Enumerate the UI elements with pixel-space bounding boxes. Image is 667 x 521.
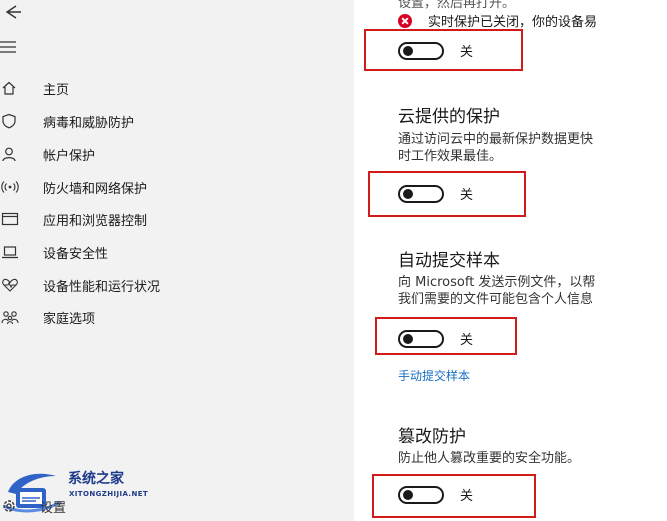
alert-message: 实时保护已关闭，你的设备易 [398,11,597,30]
main-content: 设置，然后再打开。 实时保护已关闭，你的设备易 关 云提供的保护 通过访问云中的… [354,0,667,521]
cloud-protection-toggle[interactable]: 关 [398,184,473,203]
browser-window-icon [1,210,27,228]
sidebar-item-label: 设备性能和运行状况 [43,279,161,295]
sample-submission-desc-line2: 我们需要的文件可能包含个人信息 [398,292,594,307]
sidebar-item-family-options[interactable]: 家庭选项 [0,302,354,332]
sidebar-item-label: 主页 [43,82,70,98]
sidebar-item-device-performance[interactable]: 设备性能和运行状况 [0,270,354,300]
toggle-knob [403,333,413,344]
tamper-protection-title: 篡改防护 [398,427,466,447]
person-icon [1,145,27,163]
family-icon [1,308,27,326]
watermark-title: 系统之家 [68,471,124,487]
toggle-state-label: 关 [460,188,474,203]
sidebar-item-app-browser-control[interactable]: 应用和浏览器控制 [0,204,354,234]
tamper-protection-desc: 防止他人篡改重要的安全功能。 [398,451,581,466]
heart-icon [1,276,27,294]
cloud-protection-title: 云提供的保护 [398,107,500,127]
sidebar-item-label: 帐户保护 [43,148,96,164]
submit-sample-manually-link[interactable]: 手动提交样本 [398,367,470,384]
toggle-switch[interactable] [398,184,444,203]
laptop-icon [1,243,27,261]
sidebar-item-virus-protection[interactable]: 病毒和威胁防护 [0,106,354,136]
cut-off-text: 设置，然后再打开。 [398,0,516,11]
back-arrow-icon[interactable] [0,0,24,26]
sample-submission-desc-line1: 向 Microsoft 发送示例文件，以帮 [398,275,596,290]
sample-submission-title: 自动提交样本 [398,251,500,271]
toggle-knob [403,489,413,500]
toggle-knob [403,188,413,199]
shield-icon [1,112,27,130]
cloud-protection-desc-line1: 通过访问云中的最新保护数据更快 [398,132,594,147]
toggle-state-label: 关 [460,333,474,348]
tamper-protection-toggle[interactable]: 关 [398,485,473,504]
toggle-knob [403,45,413,56]
hamburger-menu-icon[interactable] [0,37,24,57]
sidebar-item-home[interactable]: 主页 [0,73,354,103]
toggle-state-label: 关 [460,45,474,60]
home-icon [1,79,27,97]
sidebar-item-label: 病毒和威胁防护 [43,115,135,131]
sidebar-item-label: 家庭选项 [43,311,96,327]
sidebar-item-label: 应用和浏览器控制 [43,213,148,229]
watermark-subtitle: XITONGZHIJIA.NET [69,490,149,498]
realtime-protection-toggle[interactable]: 关 [398,41,473,60]
sample-submission-toggle[interactable]: 关 [398,329,473,348]
cloud-protection-desc-line2: 时工作效果最佳。 [398,149,503,164]
sidebar-item-account-protection[interactable]: 帐户保护 [0,139,354,169]
toggle-switch[interactable] [398,329,444,348]
sidebar-item-label: 防火墙和网络保护 [43,181,148,197]
sidebar-item-label: 设备安全性 [43,246,109,262]
sidebar-item-settings[interactable]: 设置 [40,497,66,516]
toggle-switch[interactable] [398,41,444,60]
toggle-state-label: 关 [460,489,474,504]
sidebar-item-firewall[interactable]: 防火墙和网络保护 [0,172,354,202]
sidebar: 主页 病毒和威胁防护 帐户保护 防火墙和网络保护 应用和浏览器控制 设备安全性 [0,0,354,521]
sidebar-item-device-security[interactable]: 设备安全性 [0,237,354,267]
gear-icon[interactable] [0,497,18,515]
toggle-switch[interactable] [398,485,444,504]
error-x-icon [398,13,412,28]
wifi-signal-icon [1,178,27,196]
